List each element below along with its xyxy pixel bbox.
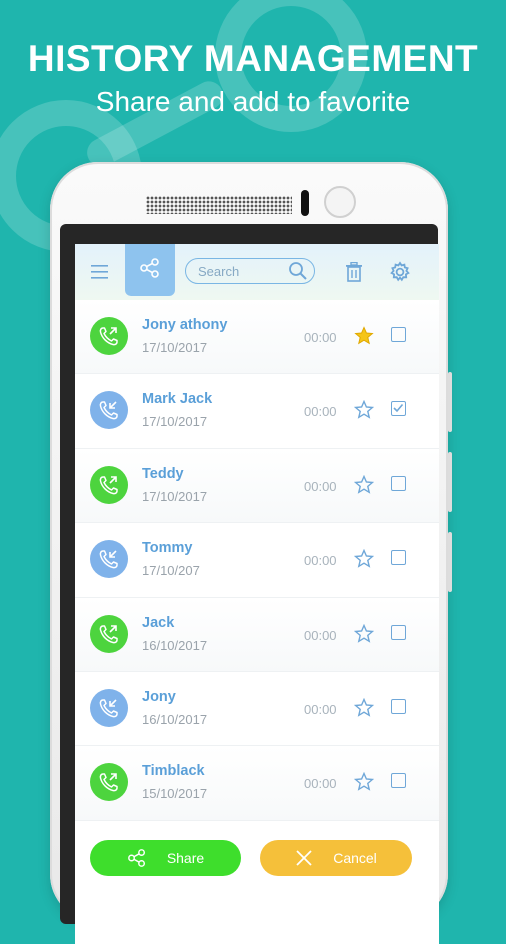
- select-checkbox[interactable]: [391, 624, 406, 640]
- select-checkbox[interactable]: [391, 475, 406, 491]
- outgoing-call-icon: [90, 465, 128, 504]
- list-item[interactable]: Jack 16/10/2017 00:00: [75, 597, 439, 672]
- list-item[interactable]: Mark Jack 17/10/2017 00:00: [75, 374, 439, 449]
- contact-name: Jony: [142, 688, 176, 705]
- share-icon: [139, 257, 161, 284]
- phone-side-button: [448, 532, 452, 592]
- gear-icon[interactable]: [389, 261, 411, 288]
- search-placeholder: Search: [198, 264, 240, 279]
- contact-name: Jony athony: [142, 317, 228, 333]
- select-checkbox[interactable]: [391, 550, 406, 566]
- call-date: 17/10/2017: [142, 414, 208, 430]
- call-duration: 00:00: [304, 478, 337, 494]
- list-item[interactable]: Jony athony 17/10/2017 00:00: [75, 300, 439, 375]
- select-checkbox[interactable]: [391, 327, 406, 342]
- call-history-list: Jony athony 17/10/2017 00:00 Mark Jack 17/10…: [75, 300, 439, 821]
- call-duration: 00:00: [304, 404, 337, 420]
- phone-frame: Search Jony athony 17/10/2017 00:00 Mark…: [50, 162, 452, 944]
- cancel-button[interactable]: Cancel: [260, 840, 412, 876]
- favorite-star-icon[interactable]: [353, 548, 375, 574]
- trash-icon[interactable]: [345, 261, 363, 287]
- app-screen: Search Jony athony 17/10/2017 00:00 Mark…: [75, 244, 439, 944]
- phone-camera: [324, 186, 356, 218]
- call-duration: 00:00: [304, 330, 337, 345]
- share-button[interactable]: Share: [90, 840, 241, 876]
- promo-headline: HISTORY MANAGEMENT: [27, 38, 479, 79]
- phone-speaker: [146, 196, 292, 214]
- select-checkbox[interactable]: [391, 401, 406, 417]
- promo-subline: Share and add to favorite: [95, 86, 411, 117]
- favorite-star-icon[interactable]: [353, 474, 375, 500]
- outgoing-call-icon: [90, 317, 128, 355]
- contact-name: Tommy: [142, 540, 193, 557]
- list-item[interactable]: Timblack 15/10/2017 00:00: [75, 746, 439, 821]
- outgoing-call-icon: [90, 763, 128, 802]
- call-date: 16/10/2017: [142, 711, 208, 727]
- cancel-button-label: Cancel: [333, 850, 377, 866]
- phone-side-button: [448, 372, 452, 432]
- contact-name: Teddy: [142, 465, 184, 482]
- incoming-call-icon: [90, 540, 128, 579]
- favorite-star-icon[interactable]: [353, 772, 375, 797]
- share-mode-tab[interactable]: [125, 244, 175, 296]
- list-item[interactable]: Teddy 17/10/2017 00:00: [75, 448, 439, 524]
- incoming-call-icon: [90, 688, 128, 727]
- phone-sensor: [301, 190, 309, 216]
- call-date: 17/10/207: [142, 563, 200, 579]
- hamburger-icon[interactable]: [89, 264, 111, 280]
- select-checkbox[interactable]: [391, 773, 406, 789]
- share-icon: [127, 848, 147, 868]
- call-duration: 00:00: [304, 701, 337, 717]
- outgoing-call-icon: [90, 614, 128, 653]
- select-checkbox[interactable]: [391, 698, 406, 714]
- contact-name: Jack: [142, 614, 175, 631]
- search-icon[interactable]: [288, 261, 308, 286]
- call-date: 16/10/2017: [142, 637, 208, 653]
- call-duration: 00:00: [304, 553, 337, 569]
- app-toolbar: Search: [75, 244, 439, 300]
- action-bar: Share Cancel: [75, 830, 439, 888]
- call-date: 17/10/2017: [142, 340, 208, 355]
- incoming-call-icon: [90, 391, 128, 430]
- contact-name: Mark Jack: [142, 391, 213, 408]
- call-date: 15/10/2017: [142, 786, 208, 802]
- favorite-star-icon[interactable]: [353, 623, 375, 649]
- phone-bezel: Search Jony athony 17/10/2017 00:00 Mark…: [60, 224, 439, 944]
- favorite-star-icon[interactable]: [353, 400, 375, 425]
- list-item[interactable]: Tommy 17/10/207 00:00: [75, 523, 439, 598]
- phone-side-button: [448, 452, 452, 512]
- close-icon: [295, 849, 313, 867]
- favorite-star-icon[interactable]: [353, 697, 375, 723]
- call-duration: 00:00: [304, 776, 337, 792]
- search-input[interactable]: Search: [185, 258, 315, 284]
- call-date: 17/10/2017: [142, 488, 208, 504]
- call-duration: 00:00: [304, 627, 337, 643]
- list-item[interactable]: Jony 16/10/2017 00:00: [75, 671, 439, 747]
- share-button-label: Share: [166, 850, 205, 866]
- contact-name: Timblack: [142, 763, 205, 780]
- favorite-star-icon[interactable]: [354, 326, 374, 351]
